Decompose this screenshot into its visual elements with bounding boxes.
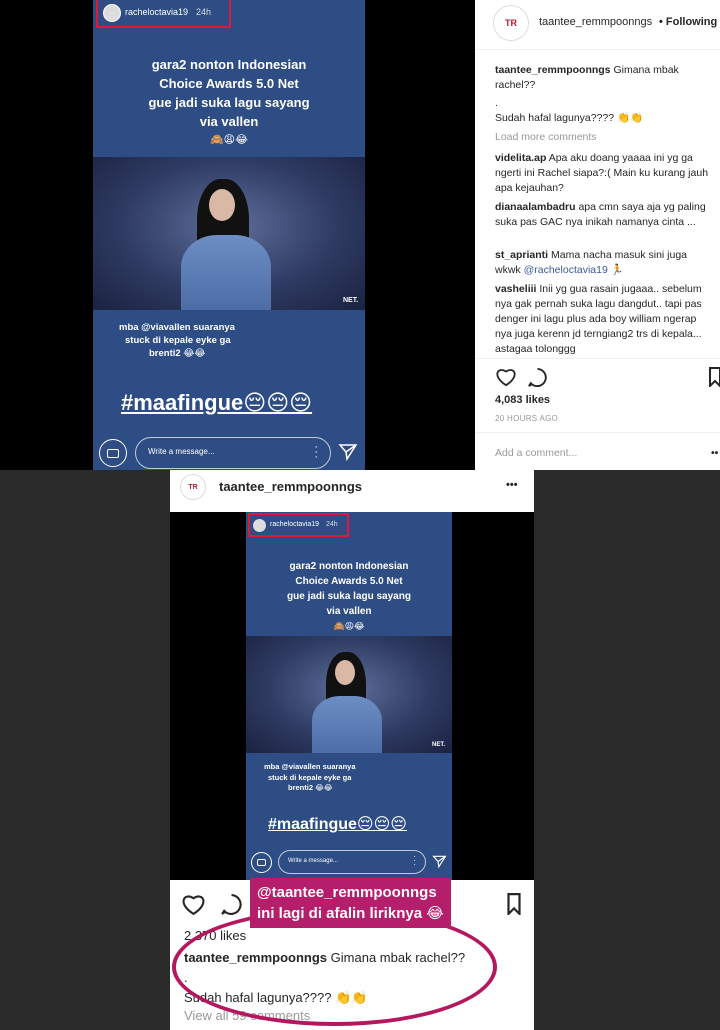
post-comments-panel: TR taantee_remmpoonngs • Following taant… [475,0,720,470]
more-options-icon[interactable]: · · · [314,442,318,463]
following-button[interactable]: • Following [659,15,717,30]
panel-header-divider [475,49,720,50]
mobile-post-avatar[interactable]: TR [180,474,206,500]
panel-actions-divider [475,358,720,359]
camera-icon [107,449,119,458]
message-input[interactable]: Write a message... · · · [135,437,331,469]
post-avatar[interactable]: TR [493,5,529,41]
post-likes[interactable]: 4,083 likes [495,393,550,408]
story-avatar[interactable] [253,519,266,532]
story-lower-text: mba @viavallen suaranya stuck di kepale … [119,322,235,359]
camera-button[interactable] [251,852,272,873]
panel-bottom-divider [475,432,720,433]
message-input[interactable]: Write a message... · · · [278,850,426,874]
load-more-comments[interactable]: Load more comments [495,130,597,145]
story-hashtag: #maafingue😔😔😔 [121,390,313,415]
heart-icon[interactable] [495,367,517,387]
story-photo: NET. [93,157,365,310]
post-username[interactable]: taantee_remmpoonngs [539,15,652,30]
send-icon[interactable] [338,442,358,462]
send-icon[interactable] [432,854,447,869]
add-comment-input[interactable]: Add a comment... [495,446,577,461]
story-caption: gara2 nonton Indonesian Choice Awards 5.… [287,561,411,631]
story-photo: NET. [246,636,452,753]
heart-icon[interactable] [181,893,206,916]
story-time: 24h [196,7,212,17]
story-lower-text: mba @viavallen suaranya stuck di kepale … [264,762,356,792]
comment-item: dianaalambadru apa cmn saya aja yg palin… [495,201,706,228]
comment-item: vasheliii Inii yg gua rasain jugaaa.. se… [495,283,702,355]
camera-icon [257,859,266,866]
more-options-icon[interactable]: •• [711,446,718,461]
comment-item: videlita.ap Apa aku doang yaaaa ini yg g… [495,152,709,194]
comment-sticker: @taantee_remmpoonngs ini lagi di afalin … [250,878,451,928]
post-time: 20 HOURS AGO [495,414,559,423]
story-hashtag: #maafingue😔😔😔 [268,816,407,833]
comment-icon[interactable] [220,893,243,916]
bookmark-icon[interactable] [506,893,522,915]
mobile-post: TR taantee_remmpoonngs ••• racheloctavia… [170,470,534,1030]
story-username[interactable]: racheloctavia19 [270,521,319,528]
comment-icon[interactable] [527,367,548,388]
story-screen-bottom: racheloctavia19 24h gara2 nonton Indones… [246,512,452,880]
story-caption: gara2 nonton Indonesian Choice Awards 5.… [148,57,310,146]
camera-button[interactable] [99,439,127,467]
post-caption: taantee_remmpoonngs Gimana mbak rachel??… [495,64,679,124]
mobile-post-username[interactable]: taantee_remmpoonngs [219,479,362,494]
story-username[interactable]: racheloctavia19 [125,7,188,17]
more-options-icon[interactable]: · · · [413,853,416,869]
comment-item: st_aprianti Mama nacha masuk sini juga w… [495,249,688,276]
bookmark-icon[interactable] [708,367,720,387]
mobile-post-image: racheloctavia19 24h gara2 nonton Indones… [170,512,534,880]
story-time: 24h [326,521,338,528]
mobile-more-icon[interactable]: ••• [506,479,518,491]
story-avatar[interactable] [103,4,121,22]
story-screen-top: racheloctavia19 24h gara2 nonton Indones… [93,0,365,470]
